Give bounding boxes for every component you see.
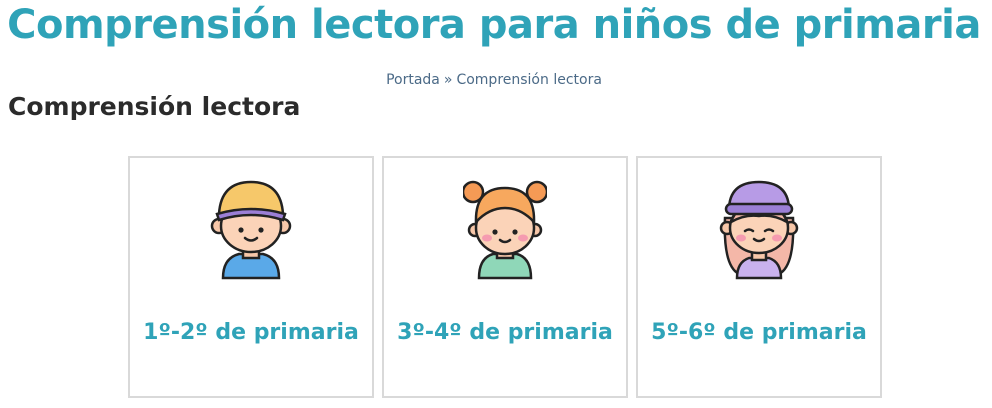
boy-cap-icon xyxy=(210,180,292,280)
breadcrumb: Portada» Comprensión lectora xyxy=(0,72,988,88)
breadcrumb-home-link[interactable]: Portada xyxy=(386,72,440,88)
grade-cards: 1º-2º de primaria 3º-4º de primaria 5º-6… xyxy=(128,156,882,398)
page-title: Comprensión lectora xyxy=(8,92,301,121)
grade-card-label: 5º-6º de primaria xyxy=(651,320,867,345)
girl-beanie-icon xyxy=(719,180,799,280)
breadcrumb-current[interactable]: Comprensión lectora xyxy=(456,72,601,88)
grade-card-3-4[interactable]: 3º-4º de primaria xyxy=(382,156,628,398)
site-title: Comprensión lectora para niños de primar… xyxy=(7,2,981,48)
breadcrumb-separator: » xyxy=(443,72,453,88)
grade-card-label: 3º-4º de primaria xyxy=(397,320,613,345)
grade-card-5-6[interactable]: 5º-6º de primaria xyxy=(636,156,882,398)
girl-pigtails-icon xyxy=(463,180,547,280)
grade-card-label: 1º-2º de primaria xyxy=(143,320,359,345)
grade-card-1-2[interactable]: 1º-2º de primaria xyxy=(128,156,374,398)
